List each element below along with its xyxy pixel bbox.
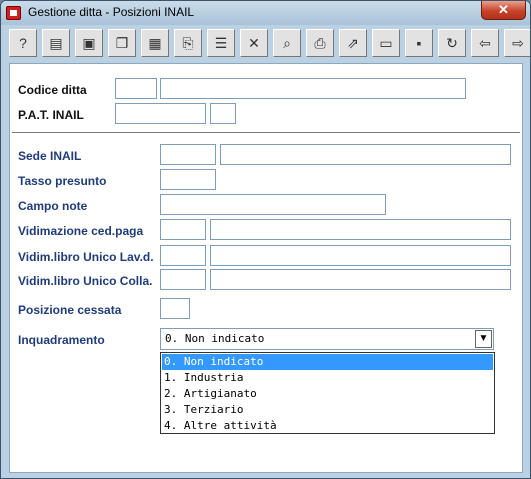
vidim-libro-lav-code-input[interactable] (160, 245, 206, 266)
section-divider (12, 132, 520, 134)
codice-ditta-name-input[interactable] (160, 78, 466, 99)
vidim-libro-colla-code-input[interactable] (160, 269, 206, 290)
vidim-libro-colla-label: Vidim.libro Unico Colla. (18, 274, 153, 288)
app-icon (6, 6, 21, 20)
codice-ditta-code-input[interactable] (115, 78, 157, 99)
posizione-cessata-input[interactable] (160, 298, 190, 319)
tasso-presunto-label: Tasso presunto (18, 174, 107, 188)
pat-inail-input[interactable] (115, 103, 206, 124)
inquadramento-option-2[interactable]: 2. Artigianato (162, 386, 493, 402)
campo-note-label: Campo note (18, 199, 88, 213)
window-title: Gestione ditta - Posizioni INAIL (28, 5, 195, 19)
title-bar: Gestione ditta - Posizioni INAIL ✕ (1, 1, 530, 25)
vidimazione-ced-paga-code-input[interactable] (160, 219, 206, 240)
calculator-icon[interactable]: ▦ (141, 29, 169, 57)
inquadramento-select[interactable]: 0. Non indicato ▼ (160, 328, 494, 350)
sede-inail-description-input[interactable] (220, 144, 511, 165)
forward-icon[interactable]: ⇨ (504, 29, 530, 57)
properties-icon[interactable]: ▤ (42, 29, 70, 57)
inquadramento-option-0[interactable]: 0. Non indicato (162, 354, 493, 370)
window: Gestione ditta - Posizioni INAIL ✕ ? ▤ ▣… (0, 0, 531, 479)
delete-icon[interactable]: ✕ (240, 29, 268, 57)
toolbar: ? ▤ ▣ ❐ ▦ ⎘ ☰ ✕ ⌕ ⎙ ⇗ ▭ ▪ ↻ ⇦ ⇨ (9, 29, 530, 61)
preview-icon[interactable]: ⌕ (273, 29, 301, 57)
vidimazione-ced-paga-description-input[interactable] (210, 219, 511, 240)
help-icon[interactable]: ? (9, 29, 37, 57)
sede-inail-code-input[interactable] (160, 144, 216, 165)
form-panel: Codice ditta P.A.T. INAIL Sede INAIL Tas… (9, 63, 523, 473)
chevron-down-icon[interactable]: ▼ (475, 330, 492, 348)
export-icon[interactable]: ⇗ (339, 29, 367, 57)
search-icon[interactable]: ▣ (75, 29, 103, 57)
posizione-cessata-label: Posizione cessata (18, 303, 122, 317)
inquadramento-selected-value: 0. Non indicato (165, 332, 265, 345)
inquadramento-label: Inquadramento (18, 333, 105, 347)
refresh-icon[interactable]: ↻ (438, 29, 466, 57)
vidim-libro-lav-description-input[interactable] (210, 245, 511, 266)
back-icon[interactable]: ⇦ (471, 29, 499, 57)
codice-ditta-label: Codice ditta (18, 83, 87, 97)
inquadramento-option-3[interactable]: 3. Terziario (162, 402, 493, 418)
copy-record-icon[interactable]: ❐ (108, 29, 136, 57)
vidim-libro-lav-label: Vidim.libro Unico Lav.d. (18, 250, 154, 264)
sede-inail-label: Sede INAIL (18, 149, 82, 163)
inquadramento-option-4[interactable]: 4. Altre attività (162, 418, 493, 434)
inquadramento-option-1[interactable]: 1. Industria (162, 370, 493, 386)
document-icon[interactable]: ▭ (372, 29, 400, 57)
tasso-presunto-input[interactable] (160, 169, 216, 190)
vidim-libro-colla-description-input[interactable] (210, 269, 511, 290)
copy-icon[interactable]: ⎘ (174, 29, 202, 57)
pat-inail-label: P.A.T. INAIL (18, 108, 84, 122)
inquadramento-dropdown-list: 0. Non indicato 1. Industria 2. Artigian… (160, 352, 495, 434)
print-icon[interactable]: ⎙ (306, 29, 334, 57)
vidimazione-ced-paga-label: Vidimazione ced.paga (18, 224, 144, 238)
save-icon[interactable]: ▪ (405, 29, 433, 57)
pat-inail-suffix-input[interactable] (210, 103, 236, 124)
close-button[interactable]: ✕ (481, 1, 526, 20)
list-icon[interactable]: ☰ (207, 29, 235, 57)
campo-note-input[interactable] (160, 194, 386, 215)
